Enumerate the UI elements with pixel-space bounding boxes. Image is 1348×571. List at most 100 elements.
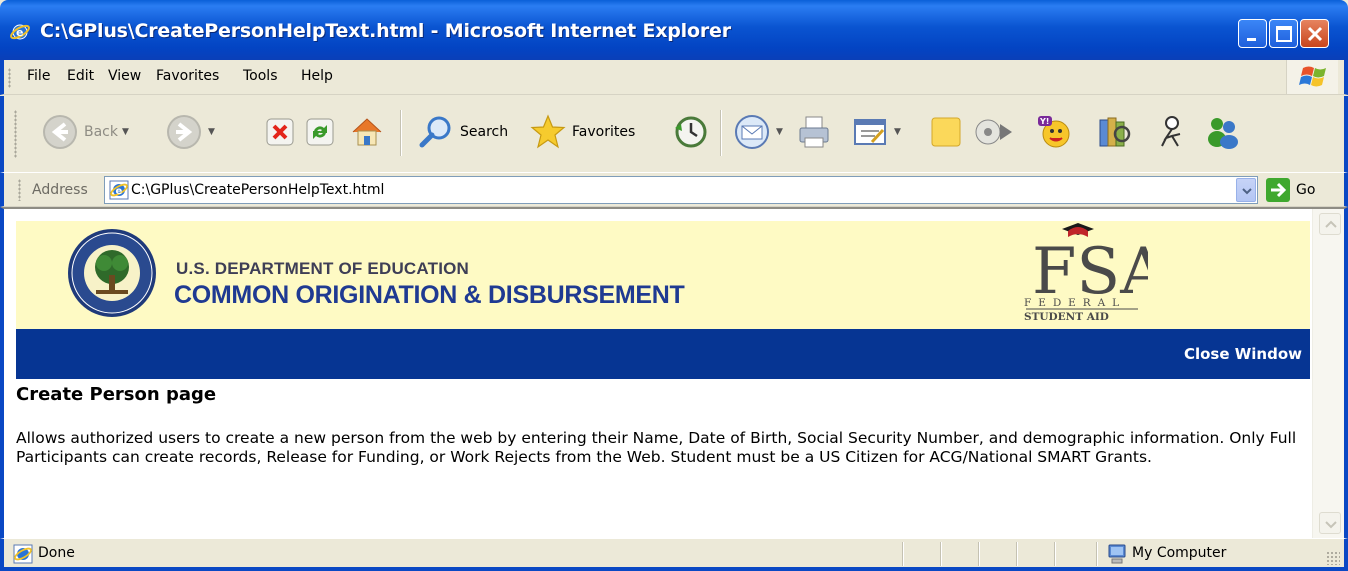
address-grip[interactable]	[18, 179, 21, 201]
favorites-star-icon	[530, 114, 566, 149]
address-input[interactable]: e C:\GPlus\CreatePersonHelpText.html	[104, 176, 1258, 204]
mail-icon	[735, 115, 769, 149]
window-title: C:\GPlus\CreatePersonHelpText.html - Mic…	[40, 20, 731, 42]
go-label: Go	[1296, 182, 1316, 198]
navigation-bar: Close Window	[16, 329, 1310, 379]
department-seal-icon	[66, 227, 158, 323]
status-divider	[1096, 542, 1098, 566]
back-button[interactable]: Back ▼	[40, 110, 129, 154]
forward-arrow-icon	[167, 115, 201, 149]
toolbar-grip[interactable]	[14, 110, 17, 158]
status-divider	[978, 542, 980, 566]
refresh-button[interactable]	[304, 110, 336, 154]
search-icon	[419, 116, 451, 148]
status-divider	[940, 542, 942, 566]
contacts-button[interactable]	[1152, 110, 1192, 154]
research-button[interactable]	[1094, 110, 1134, 154]
discuss-button[interactable]	[926, 110, 966, 154]
mail-dropdown-icon[interactable]: ▼	[776, 127, 783, 137]
media-button[interactable]	[972, 110, 1016, 154]
scroll-up-button[interactable]	[1319, 213, 1341, 235]
header-banner: U.S. DEPARTMENT OF EDUCATION COMMON ORIG…	[16, 221, 1310, 329]
scroll-down-button[interactable]	[1319, 512, 1341, 534]
back-arrow-icon	[43, 115, 77, 149]
maximize-button[interactable]	[1269, 19, 1298, 48]
msn-people-icon	[1208, 118, 1238, 149]
page-title: Create Person page	[16, 384, 217, 405]
forward-button[interactable]: ▼	[164, 110, 215, 154]
minimize-button[interactable]	[1238, 19, 1267, 48]
media-icon	[975, 119, 1012, 145]
web-page: U.S. DEPARTMENT OF EDUCATION COMMON ORIG…	[16, 217, 1310, 537]
research-books-icon	[1099, 117, 1131, 147]
my-computer-icon	[1106, 543, 1128, 569]
address-value: C:\GPlus\CreatePersonHelpText.html	[131, 182, 385, 198]
print-icon	[799, 116, 829, 148]
status-divider	[1016, 542, 1018, 566]
note-icon	[931, 117, 961, 147]
toolbar-separator	[400, 110, 402, 156]
search-label: Search	[460, 124, 509, 140]
cod-title: COMMON ORIGINATION & DISBURSEMENT	[174, 281, 685, 309]
back-dropdown-icon[interactable]: ▼	[122, 127, 129, 137]
messenger-button[interactable]: Y!	[1034, 110, 1074, 154]
status-bar: Done My Computer	[0, 538, 1348, 571]
back-label: Back	[84, 124, 118, 140]
address-bar: Address e C:\GPlus\CreatePersonHelpText.…	[0, 172, 1348, 207]
resize-grip[interactable]	[1326, 551, 1340, 565]
print-button[interactable]	[794, 110, 834, 154]
forward-dropdown-icon[interactable]: ▼	[208, 127, 215, 137]
menu-file[interactable]: File	[27, 68, 50, 84]
title-bar[interactable]: e C:\GPlus\CreatePersonHelpText.html - M…	[0, 0, 1348, 60]
messenger-smiley-icon: Y!	[1038, 116, 1070, 148]
stop-icon	[266, 118, 294, 146]
menu-tools[interactable]: Tools	[243, 68, 278, 84]
fsa-logo: FSA F E D E R A L STUDENT AID	[1018, 221, 1167, 329]
help-description: Allows authorized users to create a new …	[16, 429, 1297, 466]
department-name: U.S. DEPARTMENT OF EDUCATION	[176, 259, 470, 278]
close-button[interactable]	[1300, 19, 1329, 48]
toolbar-separator	[720, 110, 722, 156]
mail-button[interactable]: ▼	[732, 110, 783, 154]
status-divider	[1054, 542, 1056, 566]
fsa-student-aid: STUDENT AID	[1024, 311, 1109, 323]
history-button[interactable]	[670, 110, 710, 154]
menu-edit[interactable]: Edit	[67, 68, 94, 84]
svg-text:e: e	[16, 26, 23, 39]
favorites-label: Favorites	[572, 124, 636, 140]
search-button[interactable]: Search	[416, 110, 508, 154]
history-icon	[675, 116, 707, 148]
address-dropdown-button[interactable]	[1236, 178, 1256, 202]
home-button[interactable]	[347, 110, 387, 154]
security-zone: My Computer	[1132, 545, 1227, 561]
menu-help[interactable]: Help	[301, 68, 333, 84]
refresh-icon	[306, 118, 334, 146]
edit-page-icon	[854, 119, 886, 145]
status-divider	[902, 542, 904, 566]
edit-button[interactable]: ▼	[850, 110, 901, 154]
chevron-down-icon	[1242, 188, 1252, 195]
page-done-icon	[12, 543, 34, 569]
favorites-button[interactable]: Favorites	[528, 110, 635, 154]
ie-icon: e	[10, 22, 30, 42]
msn-messenger-button[interactable]	[1202, 110, 1242, 154]
go-arrow-icon	[1266, 178, 1290, 202]
svg-text:e: e	[116, 186, 123, 197]
vertical-scrollbar[interactable]	[1312, 209, 1344, 538]
standard-toolbar: Back ▼ ▼ Search Favorites ▼ ▼ Y!	[0, 96, 1348, 172]
menu-favorites[interactable]: Favorites	[156, 68, 219, 84]
stop-button[interactable]	[264, 110, 296, 154]
address-label: Address	[32, 182, 88, 198]
edit-dropdown-icon[interactable]: ▼	[894, 127, 901, 137]
page-viewport[interactable]: U.S. DEPARTMENT OF EDUCATION COMMON ORIG…	[0, 207, 1348, 538]
person-outline-icon	[1161, 116, 1181, 147]
menu-view[interactable]: View	[108, 68, 141, 84]
go-button[interactable]: Go	[1266, 178, 1315, 202]
chevron-up-icon	[1325, 220, 1337, 228]
menu-grip[interactable]	[8, 68, 11, 88]
chevron-down-icon	[1325, 521, 1337, 529]
close-window-link[interactable]: Close Window	[1184, 345, 1302, 363]
home-icon	[352, 118, 382, 146]
fsa-federal: F E D E R A L	[1024, 297, 1121, 309]
page-ie-icon: e	[109, 180, 129, 204]
